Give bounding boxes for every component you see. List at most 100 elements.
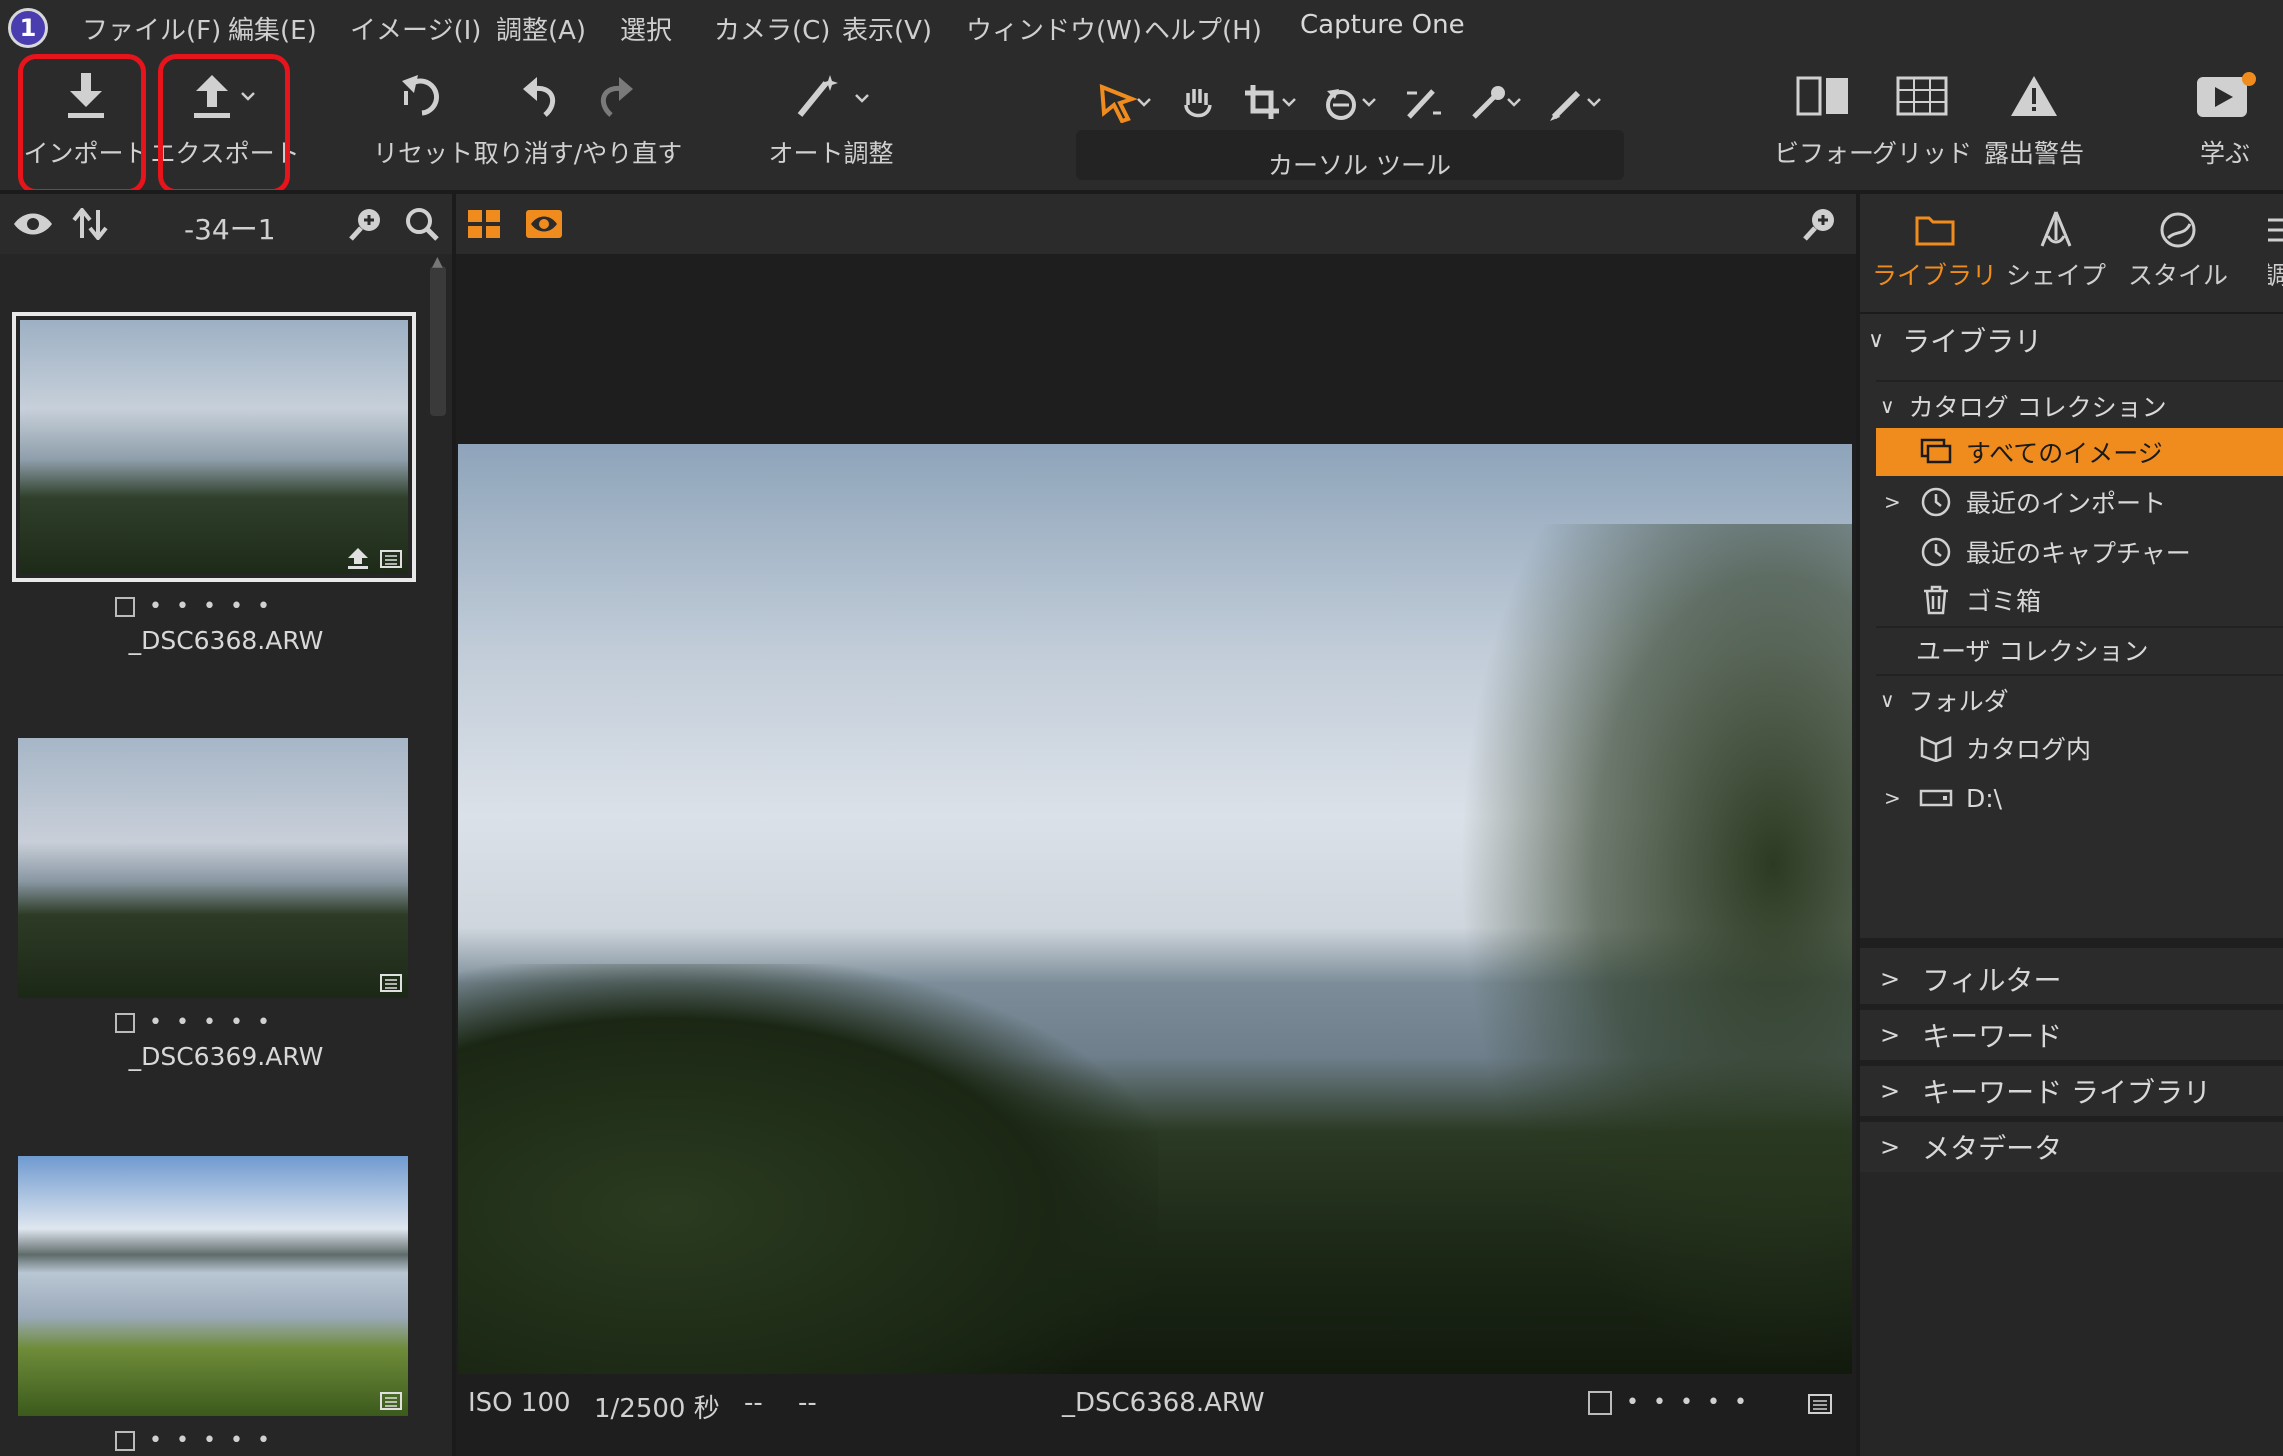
sort-icon[interactable]	[72, 208, 108, 240]
catalog-collection-header[interactable]: ∨ カタログ コレクション	[1880, 382, 2283, 430]
app-title: Capture One	[1300, 10, 1465, 40]
scroll-up-icon[interactable]: ▲	[432, 254, 443, 270]
chevron-down-icon: ∨	[1880, 688, 1895, 712]
keystone-icon[interactable]	[1403, 83, 1443, 123]
section-filters[interactable]: > フィルター	[1860, 954, 2283, 1004]
brush-icon[interactable]	[1548, 83, 1604, 123]
export-highlight	[158, 54, 290, 194]
checkbox[interactable]	[115, 1012, 135, 1033]
drive-d-item[interactable]: > D:\	[1884, 774, 2283, 822]
tab-style[interactable]: スタイル	[2128, 210, 2228, 292]
thumbnail-image	[20, 320, 408, 574]
learn-button[interactable]: 学ぶ	[2182, 64, 2268, 170]
thumbnail-1[interactable]	[12, 312, 416, 582]
select-arrow-icon[interactable]	[1098, 83, 1154, 123]
trash-item[interactable]: ゴミ箱	[1916, 576, 2283, 624]
reset-icon	[400, 64, 446, 128]
exposure-warning-label: 露出警告	[1983, 139, 2084, 168]
grid-button[interactable]: グリッド	[1872, 64, 1972, 170]
viewer-settings-icon[interactable]	[1808, 1394, 1832, 1414]
learn-label: 学ぶ	[2199, 139, 2250, 168]
filmstrip-scrollbar[interactable]	[430, 266, 446, 416]
grid-view-icon[interactable]	[468, 210, 500, 238]
library-section-header[interactable]: ∨ ライブラリ	[1868, 316, 2275, 364]
chevron-right-icon: >	[1880, 965, 1901, 993]
undo-icon[interactable]	[521, 73, 561, 119]
clock-icon	[1916, 536, 1956, 568]
menu-camera[interactable]: カメラ(C)	[714, 10, 830, 47]
viewer-header	[456, 194, 1856, 254]
menu-view[interactable]: 表示(V)	[842, 10, 932, 47]
warning-triangle-icon	[2009, 64, 2059, 128]
main-photo[interactable]	[458, 444, 1852, 1374]
tab-library[interactable]: ライブラリ	[1872, 210, 1997, 292]
viewer-zoom-icon[interactable]	[1802, 206, 1838, 242]
filmstrip: ▲ • • • • • _DSC6368.ARW • • • • • _DSC6369.ARW …	[0, 254, 452, 1456]
menu-help[interactable]: ヘルプ(H)	[1144, 10, 1262, 47]
in-catalog-item[interactable]: カタログ内	[1916, 724, 2283, 772]
rotate-icon[interactable]	[1323, 83, 1379, 123]
before-button[interactable]: ビフォー	[1774, 64, 1874, 170]
eye-icon[interactable]	[12, 210, 54, 238]
menu-adjust[interactable]: 調整(A)	[496, 10, 586, 47]
exposure-warning-button[interactable]: 露出警告	[1976, 64, 2092, 170]
all-images-item[interactable]: すべてのイメージ	[1876, 428, 2283, 476]
viewer-eye-icon[interactable]	[526, 210, 562, 238]
recent-captures-item[interactable]: 最近のキャプチャー	[1916, 528, 2283, 576]
play-video-icon	[2193, 64, 2257, 128]
export-badge-icon	[348, 548, 368, 569]
chevron-down-icon: ∨	[1880, 394, 1895, 418]
grid-label: グリッド	[1872, 139, 1973, 168]
rating-row-1[interactable]: • • • • •	[115, 594, 270, 619]
crop-icon[interactable]	[1243, 83, 1299, 123]
toolbar: インポート エクスポート リセット 取り消す/やり直す オート調整 カーソル ツ…	[0, 54, 2283, 194]
checkbox[interactable]	[115, 1430, 135, 1451]
user-collection-header[interactable]: ユーザ コレクション	[1916, 626, 2283, 674]
style-icon	[2160, 212, 2196, 248]
recent-imports-item[interactable]: > 最近のインポート	[1884, 478, 2283, 526]
rating-row-2[interactable]: • • • • •	[115, 1010, 270, 1035]
menu-edit[interactable]: 編集(E)	[228, 10, 317, 47]
menu-file[interactable]: ファイル(F)	[82, 10, 221, 47]
hand-pan-icon[interactable]	[1178, 83, 1218, 123]
shape-icon	[2040, 211, 2072, 247]
viewer-rating-row[interactable]: • • • • •	[1588, 1390, 1747, 1415]
viewer: ISO 100 1/2500 秒 -- -- _DSC6368.ARW • • • •…	[456, 254, 1856, 1456]
images-stack-icon	[1916, 438, 1956, 466]
thumbnail-filename-2: _DSC6369.ARW	[128, 1042, 324, 1071]
menu-select[interactable]: 選択	[620, 10, 672, 47]
section-metadata[interactable]: > メタデータ	[1860, 1122, 2283, 1172]
import-highlight	[18, 54, 146, 194]
panel-empty-area	[1860, 1172, 2283, 1456]
rating-row-3[interactable]: • • • • •	[115, 1428, 270, 1453]
before-label: ビフォー	[1774, 139, 1875, 168]
tab-shape[interactable]: シェイプ	[2006, 210, 2106, 292]
search-icon[interactable]	[404, 206, 440, 242]
chevron-right-icon: >	[1880, 1021, 1901, 1049]
chevron-right-icon: >	[1884, 490, 1901, 514]
menu-bar: 1 ファイル(F) 編集(E) イメージ(I) 調整(A) 選択 カメラ(C) …	[0, 0, 2283, 56]
menu-image[interactable]: イメージ(I)	[350, 10, 481, 47]
iso-value: ISO 100	[468, 1388, 571, 1418]
folders-header[interactable]: ∨ フォルダ	[1880, 676, 2283, 724]
section-keywords[interactable]: > キーワード	[1860, 1010, 2283, 1060]
checkbox[interactable]	[1588, 1390, 1612, 1415]
eyedropper-icon[interactable]	[1468, 83, 1524, 123]
reset-label: リセット	[373, 139, 474, 168]
zoom-in-icon[interactable]	[348, 206, 384, 242]
checkbox[interactable]	[115, 596, 135, 617]
thumbnail-2[interactable]	[18, 738, 408, 998]
section-keyword-library[interactable]: > キーワード ライブラリ	[1860, 1066, 2283, 1116]
app-logo-icon[interactable]: 1	[8, 8, 48, 48]
viewer-filename: _DSC6368.ARW	[1062, 1388, 1265, 1418]
reset-button[interactable]: リセット	[373, 64, 473, 170]
foreground-foliage	[458, 964, 1158, 1374]
auto-adjust-button[interactable]: オート調整	[766, 64, 896, 170]
menu-window[interactable]: ウィンドウ(W)	[966, 10, 1142, 47]
folder-icon	[1915, 216, 1954, 246]
chevron-right-icon: >	[1880, 1133, 1901, 1161]
thumbnail-3[interactable]	[18, 1156, 408, 1416]
redo-icon[interactable]	[595, 73, 635, 119]
tab-overflow[interactable]: 調	[2268, 210, 2283, 292]
before-after-icon	[1794, 64, 1854, 128]
